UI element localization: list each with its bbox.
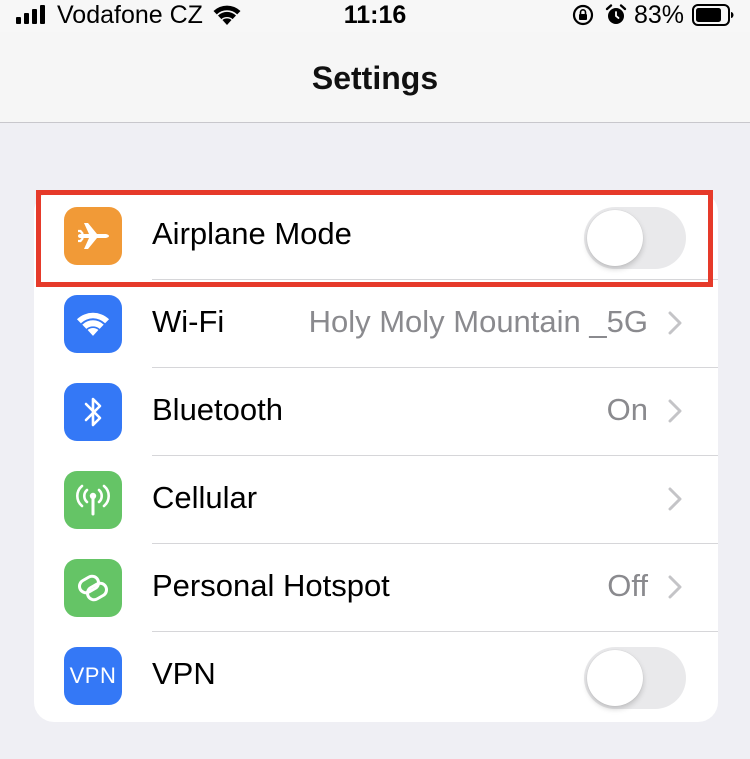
settings-row-label: Personal Hotspot: [152, 568, 390, 603]
wifi-network-name: Holy Moly Mountain _5G: [308, 304, 648, 339]
settings-row-airplane-mode[interactable]: Airplane Mode: [34, 192, 718, 280]
settings-row-label: VPN: [152, 656, 216, 691]
vpn-icon: VPN: [64, 647, 122, 705]
settings-row-bluetooth[interactable]: Bluetooth On: [34, 368, 718, 456]
hotspot-icon: [64, 559, 122, 617]
airplane-icon: [64, 207, 122, 265]
settings-row-vpn[interactable]: VPN VPN: [34, 632, 718, 720]
bluetooth-status: On: [606, 392, 648, 427]
vpn-toggle[interactable]: [584, 647, 686, 709]
alarm-icon: [605, 4, 627, 24]
wifi-icon: [64, 295, 122, 353]
chevron-right-icon: [668, 311, 682, 335]
chevron-right-icon: [668, 399, 682, 423]
bluetooth-icon: [64, 383, 122, 441]
toggle-knob: [587, 650, 643, 706]
battery-icon: [692, 4, 734, 26]
status-bar: Vodafone CZ 11:16 83%: [0, 0, 750, 32]
settings-group: Airplane Mode Wi-Fi Holy Moly Mountain _…: [34, 192, 718, 722]
chevron-right-icon: [668, 575, 682, 599]
battery-percent: 83%: [634, 1, 685, 29]
chevron-right-icon: [668, 487, 682, 511]
settings-row-cellular[interactable]: Cellular: [34, 456, 718, 544]
page-title: Settings: [311, 60, 439, 96]
settings-row-personal-hotspot[interactable]: Personal Hotspot Off: [34, 544, 718, 632]
navigation-bar: Settings: [0, 32, 750, 123]
settings-row-label: Airplane Mode: [152, 216, 352, 251]
settings-row-label: Bluetooth: [152, 392, 283, 427]
settings-row-label: Wi-Fi: [152, 304, 225, 339]
antenna-icon: [64, 471, 122, 529]
hotspot-status: Off: [607, 568, 648, 603]
airplane-mode-toggle[interactable]: [584, 207, 686, 269]
settings-row-wifi[interactable]: Wi-Fi Holy Moly Mountain _5G: [34, 280, 718, 368]
orientation-lock-icon: [572, 4, 594, 26]
toggle-knob: [587, 210, 643, 266]
settings-row-label: Cellular: [152, 480, 258, 515]
vpn-icon-text: VPN: [69, 663, 117, 688]
